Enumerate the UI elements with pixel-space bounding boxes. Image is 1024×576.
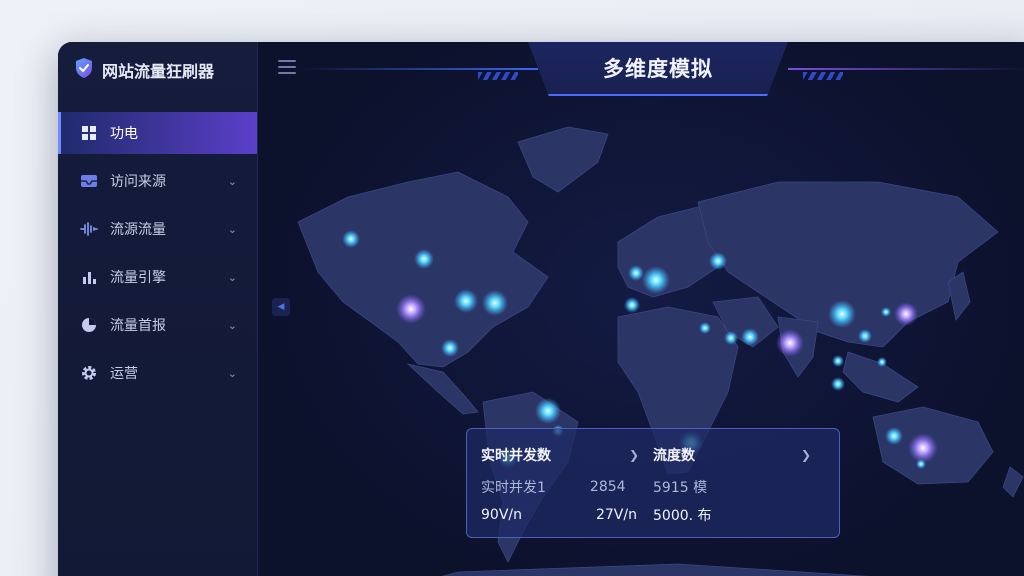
node-israel (699, 322, 711, 334)
title-decoration-left (298, 68, 538, 70)
chevron-right-icon[interactable]: ❯ (801, 448, 811, 462)
node-indonesia (831, 377, 845, 391)
stats-row: 90V/n 27V/n 5000. 布 (481, 501, 825, 529)
chevron-down-icon[interactable]: ⌄ (228, 223, 237, 236)
sidebar-item-label: 流量首报 (110, 318, 166, 334)
chevron-down-icon[interactable]: ⌄ (228, 319, 237, 332)
stats-cell: 5915 模 (653, 480, 708, 496)
node-sea (832, 355, 844, 367)
page-title: 多维度模拟 (603, 57, 713, 81)
node-mexico (441, 339, 459, 357)
chevron-down-icon[interactable]: ⌄ (228, 271, 237, 284)
inbox-icon (80, 172, 98, 190)
sidebar-item-settings[interactable]: 运营 ⌄ (58, 352, 257, 394)
node-australia-s (916, 459, 926, 469)
sidebar-item-label: 运营 (110, 366, 138, 382)
node-australia-w (885, 427, 903, 445)
node-germany (642, 266, 670, 294)
node-uae (724, 331, 738, 345)
antarctica (441, 563, 869, 576)
node-japan (894, 302, 918, 326)
sidebar-item-label: 功电 (110, 126, 138, 142)
stats-header-row: 实时并发数 ❯ 流度数 ❯ (481, 441, 825, 469)
sidebar-item-engine[interactable]: 流量引擎 ⌄ (58, 256, 257, 298)
app-window: 网站流量狂刷器 功电 访问来源 ⌄ 流源流量 ⌄ 流量引擎 ⌄ 流量首报 ⌄ 运… (58, 42, 1024, 576)
stats-cell: 90V/n (481, 507, 522, 523)
stats-cell: 2854 (589, 479, 626, 495)
menu-toggle-icon[interactable] (278, 60, 296, 74)
node-scandinavia (709, 252, 727, 270)
node-us-central (454, 289, 478, 313)
waveform-icon (80, 220, 98, 238)
north-america (297, 171, 549, 368)
chevron-down-icon[interactable]: ⌄ (228, 367, 237, 380)
node-korea (881, 307, 891, 317)
dashboard-icon (80, 124, 98, 142)
central-america (406, 363, 479, 415)
pie-chart-icon (80, 316, 98, 334)
stats-cell: 27V/n (595, 507, 637, 523)
gear-icon (80, 364, 98, 382)
bar-chart-icon (80, 268, 98, 286)
node-pakistan (741, 328, 759, 346)
sidebar-item-label: 流源流量 (110, 222, 166, 238)
stats-header-flow: 流度数 (653, 448, 695, 464)
main-area: 多维度模拟 ◀ 实时并发数 ❯ 流度数 ❯ 实时并发1 2854 5915 模 … (258, 42, 1024, 576)
node-uk (628, 265, 644, 281)
title-stripes-right (803, 72, 843, 80)
sidebar-item-label: 访问来源 (110, 174, 166, 190)
title-stripes-left (478, 72, 518, 80)
brand: 网站流量狂刷器 (58, 42, 257, 98)
node-china (828, 300, 856, 328)
node-us-west (396, 294, 426, 324)
node-spain (624, 297, 640, 313)
sidebar-item-report[interactable]: 流量首报 ⌄ (58, 304, 257, 346)
sidebar-item-dashboard[interactable]: 功电 (58, 112, 257, 154)
sidebar-item-flow[interactable]: 流源流量 ⌄ (58, 208, 257, 250)
title-decoration-right (788, 68, 1024, 70)
node-alaska (342, 230, 360, 248)
stats-panel: 实时并发数 ❯ 流度数 ❯ 实时并发1 2854 5915 模 90V/n 27… (466, 428, 840, 538)
title-banner: 多维度模拟 (528, 42, 788, 96)
chevron-right-icon[interactable]: ❯ (629, 448, 639, 462)
pan-left-button[interactable]: ◀ (272, 298, 290, 316)
greenland (517, 126, 609, 193)
node-india (776, 329, 804, 357)
stats-header-concurrency: 实时并发数 (481, 448, 551, 464)
shield-check-icon (74, 57, 94, 83)
stats-row: 实时并发1 2854 5915 模 (481, 473, 825, 501)
sidebar: 网站流量狂刷器 功电 访问来源 ⌄ 流源流量 ⌄ 流量引擎 ⌄ 流量首报 ⌄ 运… (58, 42, 258, 576)
chevron-down-icon[interactable]: ⌄ (228, 175, 237, 188)
node-brazil (535, 398, 561, 424)
new-zealand (1002, 466, 1024, 498)
sidebar-item-label: 流量引擎 (110, 270, 166, 286)
node-us-east (482, 290, 508, 316)
stats-cell: 5000. 布 (653, 508, 712, 524)
node-canada (414, 249, 434, 269)
node-philippines (877, 357, 887, 367)
node-australia-e (908, 433, 938, 463)
node-china-east (858, 329, 872, 343)
brand-name: 网站流量狂刷器 (102, 62, 215, 81)
stats-cell: 实时并发1 (481, 480, 546, 496)
sidebar-menu: 功电 访问来源 ⌄ 流源流量 ⌄ 流量引擎 ⌄ 流量首报 ⌄ 运营 ⌄ (58, 112, 257, 394)
arrow-left-icon: ◀ (277, 302, 285, 312)
sidebar-item-sources[interactable]: 访问来源 ⌄ (58, 160, 257, 202)
